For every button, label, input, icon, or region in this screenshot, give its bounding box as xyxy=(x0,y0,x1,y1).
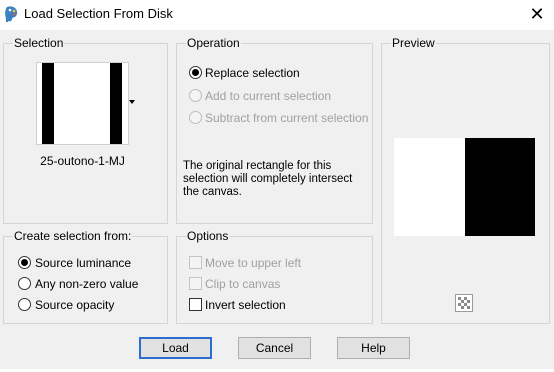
selection-file-name: 25-outono-1-MJ xyxy=(40,154,125,168)
any-nonzero-radio[interactable] xyxy=(18,277,31,290)
add-to-selection-radio[interactable] xyxy=(189,89,202,102)
dropdown-arrow-icon[interactable] xyxy=(129,100,135,104)
selection-group-label: Selection xyxy=(13,36,65,50)
replace-selection-label[interactable]: Replace selection xyxy=(205,66,300,80)
help-button[interactable]: Help xyxy=(337,337,410,359)
any-nonzero-label[interactable]: Any non-zero value xyxy=(35,277,138,291)
cancel-button[interactable]: Cancel xyxy=(238,337,311,359)
preview-group-label: Preview xyxy=(391,36,436,50)
subtract-selection-label[interactable]: Subtract from current selection xyxy=(205,111,368,125)
close-icon: ✕ xyxy=(529,4,545,25)
window-title: Load Selection From Disk xyxy=(24,6,173,21)
clip-to-canvas-label[interactable]: Clip to canvas xyxy=(205,277,280,291)
source-luminance-radio[interactable] xyxy=(18,256,31,269)
preview-image xyxy=(394,138,535,236)
thumbnail-right-bar xyxy=(110,63,122,144)
close-button[interactable]: ✕ xyxy=(520,3,554,27)
app-palette-icon xyxy=(5,6,18,22)
subtract-selection-radio[interactable] xyxy=(189,111,202,124)
move-upper-left-checkbox[interactable] xyxy=(189,256,202,269)
preview-black-region xyxy=(465,138,535,236)
source-opacity-radio[interactable] xyxy=(18,298,31,311)
options-group-label: Options xyxy=(186,229,230,243)
checkerboard-icon xyxy=(457,296,471,310)
operation-description: The original rectangle for this selectio… xyxy=(183,160,353,198)
move-upper-left-label[interactable]: Move to upper left xyxy=(205,256,301,270)
title-bar: Load Selection From Disk ✕ xyxy=(0,0,554,30)
thumbnail-left-bar xyxy=(42,63,54,144)
selection-thumbnail[interactable] xyxy=(36,62,129,145)
proof-checkerboard-icon[interactable] xyxy=(455,294,473,312)
operation-group-label: Operation xyxy=(186,36,241,50)
source-luminance-label[interactable]: Source luminance xyxy=(35,256,131,270)
invert-selection-label[interactable]: Invert selection xyxy=(205,298,286,312)
clip-to-canvas-checkbox[interactable] xyxy=(189,277,202,290)
replace-selection-radio[interactable] xyxy=(189,66,202,79)
load-button[interactable]: Load xyxy=(139,337,212,359)
source-opacity-label[interactable]: Source opacity xyxy=(35,298,114,312)
add-to-selection-label[interactable]: Add to current selection xyxy=(205,89,331,103)
create-from-group-label: Create selection from: xyxy=(13,229,133,243)
invert-selection-checkbox[interactable] xyxy=(189,298,202,311)
